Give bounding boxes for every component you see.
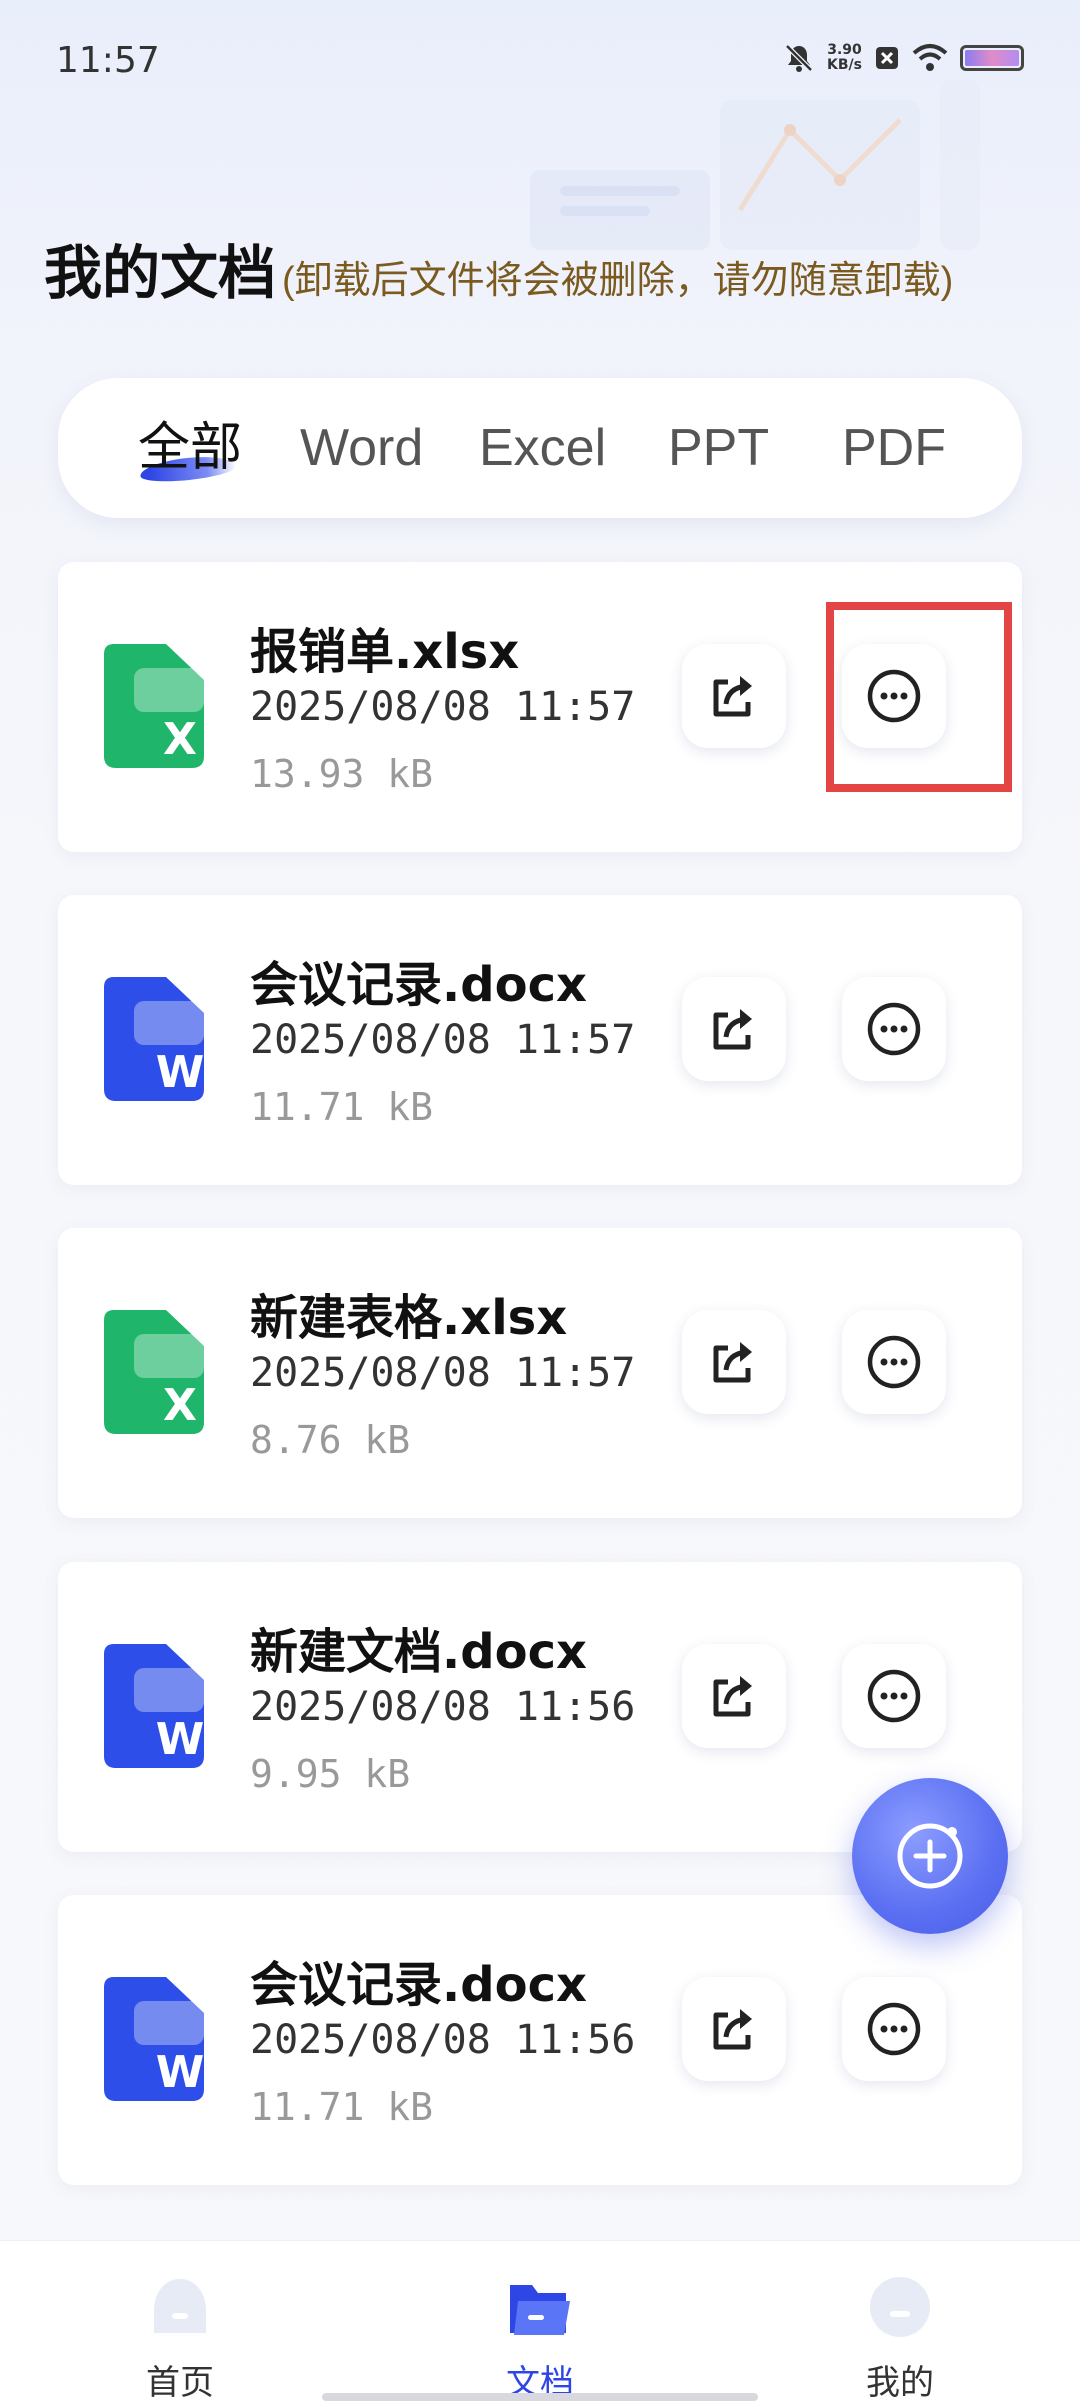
file-date: 2025/08/08 11:57 [250,684,636,730]
highlight-box [826,602,1012,792]
battery-icon [960,45,1024,71]
category-tabs: 全部 Word Excel PPT PDF [58,378,1022,518]
share-icon [713,1676,752,1717]
share-icon [713,1342,752,1383]
nav-profile[interactable]: 我的 [800,2271,1000,2404]
tab-word[interactable]: Word [300,420,423,476]
more-icon [867,1335,921,1389]
file-type-letter: X [163,1380,197,1431]
file-date: 2025/08/08 11:57 [250,1017,636,1063]
file-card[interactable]: X 新建表格.xlsx 2025/08/08 11:57 8.76 kB [58,1228,1022,1518]
nav-docs[interactable]: 文档 [440,2271,640,2404]
word-file-icon: W [104,1644,204,1768]
file-size: 11.71 kB [250,2085,434,2129]
file-size: 9.95 kB [250,1752,411,1796]
file-name: 新建表格.xlsx [250,1290,568,1346]
file-card[interactable]: W 会议记录.docx 2025/08/08 11:56 11.71 kB [58,1895,1022,2185]
share-button[interactable] [682,644,786,748]
file-date: 2025/08/08 11:56 [250,2017,636,2063]
file-name: 报销单.xlsx [250,624,520,680]
tab-pdf[interactable]: PDF [842,420,946,476]
more-button[interactable] [842,1977,946,2081]
word-file-icon: W [104,1977,204,2101]
file-name: 新建文档.docx [250,1624,587,1680]
page-title-text: 我的文档 [44,241,277,306]
excel-file-icon: X [104,1310,204,1434]
share-icon [713,2009,752,2050]
profile-icon [870,2277,930,2337]
file-name: 会议记录.docx [250,1957,587,2013]
more-button[interactable] [842,977,946,1081]
nav-profile-label: 我的 [866,2364,934,2402]
nav-home-label: 首页 [146,2364,214,2402]
sim-x-icon [876,47,898,69]
file-size: 11.71 kB [250,1085,434,1129]
share-button[interactable] [682,1644,786,1748]
file-date: 2025/08/08 11:56 [250,1684,636,1730]
more-icon [867,2002,921,2056]
excel-file-icon: X [104,644,204,768]
tab-excel[interactable]: Excel [479,420,606,476]
file-size: 13.93 kB [250,752,434,796]
tab-all[interactable]: 全部 [138,420,242,476]
folder-icon [510,2285,570,2335]
status-icons: 3.90 KB/s [783,42,1024,74]
word-file-icon: W [104,977,204,1101]
file-type-letter: W [156,1047,204,1098]
bell-off-icon [785,44,813,72]
home-indicator [322,2393,758,2401]
page-title-note: (卸载后文件将会被删除，请勿随意卸载) [282,260,954,302]
more-icon [867,1002,921,1056]
nav-home[interactable]: 首页 [80,2271,280,2404]
add-file-fab[interactable] [852,1778,1008,1934]
network-speed-value: 3.90 [827,42,862,58]
file-card[interactable]: W 会议记录.docx 2025/08/08 11:57 11.71 kB [58,895,1022,1185]
more-button[interactable] [842,1310,946,1414]
network-speed-unit: KB/s [827,57,862,73]
more-button[interactable] [842,1644,946,1748]
file-date: 2025/08/08 11:57 [250,1350,636,1396]
share-icon [713,1009,752,1050]
file-type-letter: X [163,714,197,765]
more-icon [867,1669,921,1723]
page-title: 我的文档 (卸载后文件将会被删除，请勿随意卸载) [44,226,953,310]
share-button[interactable] [682,977,786,1081]
file-size: 8.76 kB [250,1418,411,1462]
status-time: 11:57 [56,40,160,81]
status-bar: 11:57 3.90 KB/s [0,0,1080,120]
network-speed: 3.90 KB/s [827,43,862,73]
file-type-letter: W [156,2047,204,2098]
share-button[interactable] [682,1977,786,2081]
share-icon [713,676,752,717]
add-circle-icon [897,1823,963,1889]
wifi-icon [912,44,948,71]
tab-ppt[interactable]: PPT [668,420,769,476]
share-button[interactable] [682,1310,786,1414]
bottom-nav: 首页 文档 我的 [0,2240,1080,2408]
file-name: 会议记录.docx [250,957,587,1013]
file-type-letter: W [156,1714,204,1765]
home-icon [154,2279,206,2333]
